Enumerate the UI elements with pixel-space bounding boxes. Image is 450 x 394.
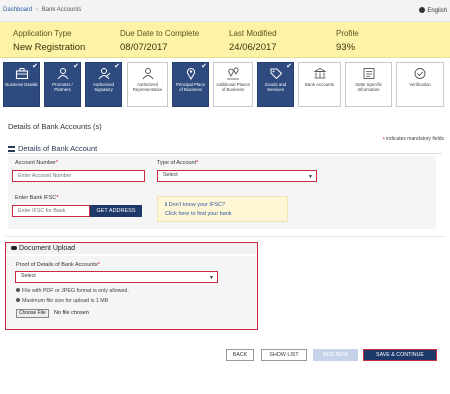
file-name-status: No file chosen: [54, 310, 89, 316]
briefcase-icon: [15, 68, 28, 80]
document-upload-panel: Proof of Details of Bank Accounts* Selec…: [6, 256, 257, 329]
globe-icon: [419, 7, 426, 13]
step-bank-accounts[interactable]: Bank Accounts: [298, 62, 341, 107]
ifsc-help-line1: ℹ Don't know your IFSC?: [165, 202, 226, 208]
step-goods-services[interactable]: ✔ Goods and Services: [257, 62, 294, 107]
step-label: Verification: [409, 82, 431, 87]
step-authorized-representative[interactable]: Authorized Representative: [127, 62, 168, 107]
add-new-button[interactable]: ADD NEW: [313, 349, 358, 361]
step-label: Promoter / Partners: [52, 82, 73, 92]
mandatory-fields-note: • indicates mandatory fields: [383, 136, 444, 142]
summary-label: Due Date to Complete: [120, 29, 200, 38]
application-summary: Application Type New Registration Due Da…: [0, 22, 450, 58]
step-authorized-signatory[interactable]: ✔ Authorized Signatory: [85, 62, 122, 107]
map-pins-icon: [227, 67, 239, 80]
breadcrumb: Dashboard › Bank Accounts: [3, 7, 81, 13]
step-promoter-partners[interactable]: ✔ Promoter / Partners: [44, 62, 81, 107]
form-icon: [363, 68, 374, 79]
step-label: Principal Place of Business: [175, 82, 206, 92]
checkmark-icon: ✔: [201, 63, 207, 70]
summary-label: Last Modified: [229, 29, 277, 38]
summary-application-type: Application Type New Registration: [13, 29, 85, 53]
step-label: Additional Places of Business: [216, 82, 250, 92]
step-label: Authorized Signatory: [93, 82, 114, 92]
step-additional-places[interactable]: Additional Places of Business: [213, 62, 253, 107]
registration-steps: ✔ Business Details ✔ Promoter / Partners…: [3, 62, 447, 107]
document-upload-title: Document Upload: [11, 245, 75, 252]
step-label: Bank Accounts: [304, 82, 335, 87]
get-address-button[interactable]: GET ADDRESS: [90, 205, 142, 217]
step-label: State Specific Information: [355, 82, 382, 92]
summary-value: 24/06/2017: [229, 42, 277, 53]
upload-format-note: File with PDF or JPEG format is only all…: [16, 288, 129, 294]
summary-value: 93%: [336, 42, 356, 53]
bank-account-subsection-title: Details of Bank Account: [8, 144, 97, 153]
step-principal-place[interactable]: ✔ Principal Place of Business: [172, 62, 209, 107]
step-label: Business Details: [5, 82, 38, 87]
step-label: Authorized Representative: [132, 82, 163, 92]
cloud-upload-icon: [11, 246, 17, 250]
save-continue-button[interactable]: SAVE & CONTINUE: [363, 349, 437, 361]
breadcrumb-dashboard-link[interactable]: Dashboard: [3, 7, 32, 13]
info-icon: ℹ: [165, 202, 168, 208]
bank-icon: [8, 146, 15, 152]
step-verification[interactable]: Verification: [396, 62, 444, 107]
bank-icon: [313, 67, 326, 79]
mandatory-marker: •: [383, 136, 385, 142]
check-circle-icon: [414, 68, 426, 79]
step-state-specific[interactable]: State Specific Information: [345, 62, 392, 107]
ifsc-label: Enter Bank IFSC*: [15, 195, 59, 201]
proof-label: Proof of Details of Bank Accounts*: [16, 262, 100, 268]
step-business-details[interactable]: ✔ Business Details: [3, 62, 40, 107]
tag-icon: [270, 68, 282, 80]
divider: [5, 236, 445, 237]
summary-label: Profile: [336, 29, 359, 38]
section-title: Details of Bank Accounts (s): [8, 122, 102, 131]
breadcrumb-separator: ›: [36, 7, 39, 13]
account-number-label: Account Number*: [15, 160, 59, 166]
choose-file-button[interactable]: Choose File: [16, 309, 49, 318]
location-pin-icon: [186, 68, 195, 80]
top-bar: Dashboard › Bank Accounts English: [0, 0, 450, 22]
checkmark-icon: ✔: [286, 63, 292, 70]
ifsc-input[interactable]: [12, 205, 90, 217]
summary-last-modified: Last Modified 24/06/2017: [229, 29, 277, 53]
signatory-icon: [98, 68, 110, 80]
language-label: English: [427, 8, 447, 14]
breadcrumb-current: Bank Accounts: [41, 7, 82, 13]
back-button[interactable]: BACK: [226, 349, 254, 361]
caret-down-icon: ▼: [308, 174, 313, 180]
partners-icon: [57, 68, 68, 80]
find-bank-link[interactable]: Click here to find your bank: [165, 211, 232, 217]
caret-down-icon: ▼: [209, 275, 214, 281]
summary-value: New Registration: [13, 42, 86, 53]
info-icon: [16, 298, 20, 302]
upload-size-note: Maximum file size for upload is 1 MB: [16, 298, 108, 304]
language-selector[interactable]: English: [419, 7, 447, 14]
summary-due-date: Due Date to Complete 08/07/2017: [120, 29, 199, 53]
account-type-select[interactable]: Select ▼: [157, 170, 317, 182]
summary-label: Application Type: [13, 29, 72, 38]
document-upload-section: Document Upload Proof of Details of Bank…: [5, 242, 258, 330]
document-upload-header: Document Upload: [6, 243, 257, 254]
info-icon: [16, 288, 20, 292]
account-type-label: Type of Account*: [157, 160, 199, 166]
proof-document-select[interactable]: Select ▼: [15, 271, 218, 283]
summary-value: 08/07/2017: [120, 42, 168, 53]
divider: [8, 153, 442, 154]
step-label: Goods and Services: [264, 82, 287, 92]
checkmark-icon: ✔: [32, 63, 38, 70]
representative-icon: [142, 68, 153, 80]
account-number-input[interactable]: [12, 170, 145, 182]
ifsc-help-box: ℹ Don't know your IFSC? Click here to fi…: [157, 196, 288, 222]
summary-profile: Profile 93%: [336, 29, 359, 53]
show-list-button[interactable]: SHOW LIST: [261, 349, 307, 361]
checkmark-icon: ✔: [73, 63, 79, 70]
checkmark-icon: ✔: [114, 63, 120, 70]
